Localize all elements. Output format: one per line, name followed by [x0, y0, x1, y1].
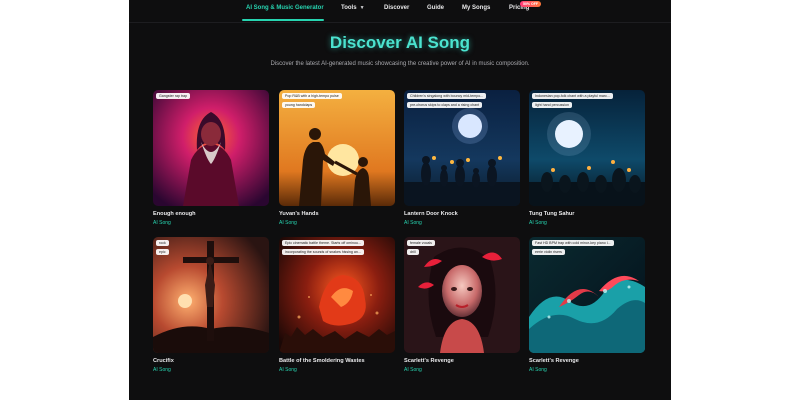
style-tag[interactable]: Gangster rap trap — [156, 93, 191, 99]
song-type-label: AI Song — [529, 220, 547, 226]
style-tag[interactable]: young handclaps — [282, 102, 316, 108]
song-title[interactable]: Scarlett's Revenge — [529, 358, 579, 364]
song-title[interactable]: Crucifix — [153, 358, 174, 364]
style-tag[interactable]: drill — [407, 249, 419, 255]
song-cover-image[interactable]: Children's singalong with bouncy mid-tem… — [404, 90, 520, 206]
style-tag[interactable]: light hand percussion — [532, 102, 572, 108]
song-cover-image[interactable]: Epic cinematic battle theme. Starts off … — [279, 237, 395, 353]
tag-list: female vocals drill — [407, 240, 517, 258]
song-title[interactable]: Tung Tung Sahur — [529, 211, 574, 217]
song-type-label: AI Song — [153, 367, 171, 373]
style-tag[interactable]: epic — [156, 249, 169, 255]
nav-tools-label: Tools — [341, 5, 357, 11]
tag-list: Children's singalong with bouncy mid-tem… — [407, 93, 517, 111]
song-cover-image[interactable]: Indonesian pop-folk chant with a playful… — [529, 90, 645, 206]
song-type-label: AI Song — [279, 367, 297, 373]
song-type-label: AI Song — [529, 367, 547, 373]
song-title[interactable]: Lantern Door Knock — [404, 211, 458, 217]
tag-list: Indonesian pop-folk chant with a playful… — [532, 93, 642, 111]
style-tag[interactable]: female vocals — [407, 240, 435, 246]
song-title[interactable]: Yuvan's Hands — [279, 211, 319, 217]
tag-list: Epic cinematic battle theme. Starts off … — [282, 240, 392, 258]
style-tag[interactable]: Epic cinematic battle theme. Starts off … — [282, 240, 365, 246]
song-type-label: AI Song — [153, 220, 171, 226]
discount-badge: 50% OFF — [520, 1, 541, 7]
tag-list: Pop R&B with a high-tempo pulse young ha… — [282, 93, 392, 111]
song-type-label: AI Song — [404, 220, 422, 226]
song-type-label: AI Song — [279, 220, 297, 226]
page-title: Discover AI Song — [329, 33, 471, 52]
song-cover-image[interactable]: rock epic — [153, 237, 269, 353]
nav-active-indicator — [242, 19, 324, 21]
style-tag[interactable]: eerie violin risers — [532, 249, 565, 255]
chevron-down-icon: ▼ — [359, 5, 365, 11]
song-title[interactable]: Scarlett's Revenge — [404, 358, 454, 364]
style-tag[interactable]: incorporating the sounds of snakes hissi… — [282, 249, 364, 255]
nav-ai-song-generator[interactable]: AI Song & Music Generator — [246, 5, 324, 11]
song-cover-image[interactable]: Gangster rap trap — [153, 90, 269, 206]
style-tag[interactable]: rock — [156, 240, 169, 246]
tag-list: Fast HD BPM trap with cold minor-key pia… — [532, 240, 642, 258]
song-type-label: AI Song — [404, 367, 422, 373]
style-tag[interactable]: Fast HD BPM trap with cold minor-key pia… — [532, 240, 614, 246]
song-cover-image[interactable]: Pop R&B with a high-tempo pulse young ha… — [279, 90, 395, 206]
tag-list: rock epic — [156, 240, 266, 258]
nav-discover[interactable]: Discover — [384, 5, 409, 11]
song-title[interactable]: Enough enough — [153, 211, 196, 217]
top-nav: AI Song & Music Generator Tools ▼ Discove… — [129, 0, 671, 23]
app-frame: AI Song & Music Generator Tools ▼ Discove… — [129, 0, 671, 400]
nav-guide[interactable]: Guide — [427, 5, 444, 11]
song-title[interactable]: Battle of the Smoldering Wastes — [279, 358, 365, 364]
song-cover-image[interactable]: female vocals drill — [404, 237, 520, 353]
nav-my-songs[interactable]: My Songs — [462, 5, 490, 11]
style-tag[interactable]: Children's singalong with bouncy mid-tem… — [407, 93, 487, 99]
style-tag[interactable]: Indonesian pop-folk chant with a playful… — [532, 93, 613, 99]
nav-tools[interactable]: Tools ▼ — [341, 5, 365, 11]
style-tag[interactable]: pre-chorus skips to claps and a rising c… — [407, 102, 483, 108]
song-cover-image[interactable]: Fast HD BPM trap with cold minor-key pia… — [529, 237, 645, 353]
style-tag[interactable]: Pop R&B with a high-tempo pulse — [282, 93, 342, 99]
tag-list: Gangster rap trap — [156, 93, 266, 102]
page-subtitle: Discover the latest AI-generated music s… — [270, 61, 530, 67]
